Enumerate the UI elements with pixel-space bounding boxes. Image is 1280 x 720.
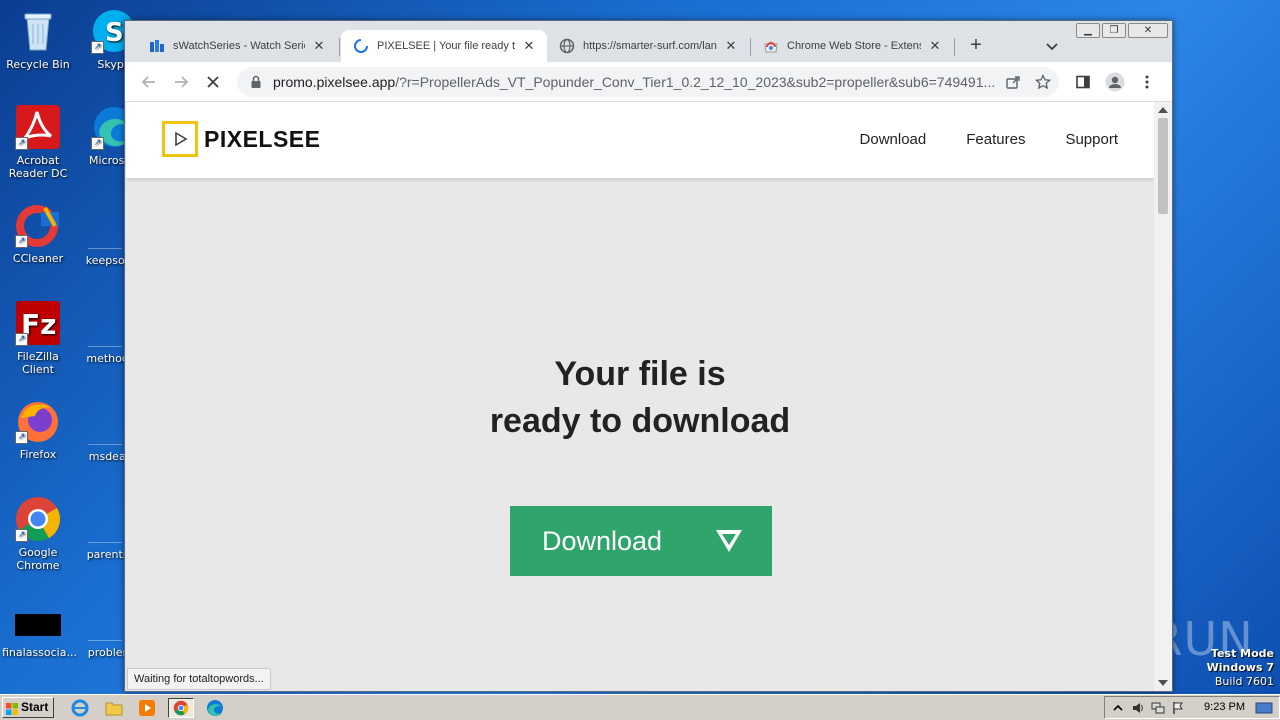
system-tray: 9:23 PM bbox=[1104, 696, 1280, 719]
scrollbar-thumb[interactable] bbox=[1158, 118, 1168, 214]
internet-explorer-icon[interactable] bbox=[70, 698, 90, 718]
scroll-down-arrow-icon[interactable] bbox=[1158, 680, 1168, 686]
close-icon[interactable]: ✕ bbox=[521, 38, 537, 54]
triangle-down-icon bbox=[714, 528, 744, 561]
side-panel-icon[interactable] bbox=[1071, 70, 1095, 94]
profile-avatar-icon[interactable] bbox=[1103, 70, 1127, 94]
desktop-icon-google-chrome[interactable]: ↗ Google Chrome bbox=[0, 496, 76, 572]
chevron-down-icon[interactable] bbox=[1043, 37, 1061, 55]
divider bbox=[88, 542, 122, 543]
desktop-icon-ccleaner[interactable]: ↗ CCleaner bbox=[0, 202, 76, 265]
taskbar: Start 9:23 PM bbox=[0, 694, 1280, 720]
site-nav: Download Features Support bbox=[860, 131, 1118, 148]
chrome-web-store-icon bbox=[763, 38, 779, 54]
globe-icon bbox=[559, 38, 575, 54]
start-button[interactable]: Start bbox=[2, 697, 54, 718]
show-desktop-icon[interactable] bbox=[1255, 701, 1273, 715]
loading-spinner-icon bbox=[353, 38, 369, 54]
tab-smarter-surf[interactable]: https://smarter-surf.com/lan ✕ bbox=[547, 30, 749, 62]
desktop-icon-recycle-bin[interactable]: Recycle Bin bbox=[0, 8, 76, 71]
back-button[interactable] bbox=[137, 70, 161, 94]
forward-button[interactable] bbox=[169, 70, 193, 94]
restore-button[interactable]: ❐ bbox=[1102, 23, 1126, 38]
address-bar[interactable]: promo.pixelsee.app/?r=PropellerAds_VT_Po… bbox=[237, 67, 1059, 97]
close-icon[interactable]: ✕ bbox=[311, 38, 327, 54]
ccleaner-icon: ↗ bbox=[15, 202, 61, 248]
site-header: PIXELSEE Download Features Support bbox=[126, 102, 1154, 178]
chrome-taskbar-icon[interactable] bbox=[168, 698, 194, 718]
tab-strip: sWatchSeries - Watch Series ✕ PIXELSEE |… bbox=[125, 21, 1172, 62]
desktop-icon-finalassocia[interactable]: finalassocia... bbox=[0, 612, 77, 659]
desktop-icon-filezilla[interactable]: Fz ↗ FileZilla Client bbox=[0, 300, 76, 376]
browser-window: sWatchSeries - Watch Series ✕ PIXELSEE |… bbox=[124, 20, 1173, 692]
play-icon bbox=[162, 121, 198, 157]
pixelsee-logo[interactable]: PIXELSEE bbox=[162, 121, 320, 157]
tab-pixelsee[interactable]: PIXELSEE | Your file ready to ✕ bbox=[341, 30, 547, 62]
site-favicon bbox=[149, 38, 165, 54]
file-icon bbox=[15, 612, 61, 640]
arrow-left-icon bbox=[141, 76, 155, 88]
download-button-label: Download bbox=[542, 525, 663, 556]
svg-text:S: S bbox=[105, 18, 124, 48]
download-button[interactable]: Download bbox=[510, 506, 772, 576]
nav-link-support[interactable]: Support bbox=[1065, 131, 1118, 148]
chevron-up-icon[interactable] bbox=[1111, 701, 1125, 715]
divider bbox=[88, 640, 122, 641]
network-icon[interactable] bbox=[1151, 701, 1165, 715]
new-tab-button[interactable]: + bbox=[965, 35, 987, 57]
desktop-icon-firefox[interactable]: ↗ Firefox bbox=[0, 398, 76, 461]
filezilla-icon: Fz ↗ bbox=[15, 300, 61, 346]
minimize-button[interactable]: ▁ bbox=[1076, 23, 1100, 38]
nav-link-features[interactable]: Features bbox=[966, 131, 1025, 148]
headline-line-1: Your file is bbox=[554, 355, 726, 393]
browser-toolbar: promo.pixelsee.app/?r=PropellerAds_VT_Po… bbox=[125, 62, 1172, 102]
edge-taskbar-icon[interactable] bbox=[205, 698, 225, 718]
bookmark-star-icon[interactable] bbox=[1031, 70, 1055, 94]
clock[interactable]: 9:23 PM bbox=[1204, 697, 1245, 718]
lock-icon bbox=[249, 75, 263, 89]
firefox-icon: ↗ bbox=[15, 398, 61, 444]
action-center-flag-icon[interactable] bbox=[1171, 701, 1185, 715]
headline-line-2: ready to download bbox=[489, 402, 791, 440]
acrobat-icon: ↗ bbox=[15, 104, 61, 150]
tab-separator bbox=[339, 38, 340, 56]
tab-separator bbox=[954, 38, 955, 56]
tab-watchseries[interactable]: sWatchSeries - Watch Series ✕ bbox=[137, 30, 337, 62]
page-viewport: PIXELSEE Download Features Support Your … bbox=[126, 102, 1154, 691]
stop-x-icon bbox=[207, 76, 219, 88]
close-icon[interactable]: ✕ bbox=[927, 38, 943, 54]
nav-link-download[interactable]: Download bbox=[860, 131, 927, 148]
window-controls: ▁ ❐ ✕ bbox=[1076, 23, 1168, 39]
windows-flag-icon bbox=[6, 702, 18, 715]
file-explorer-icon[interactable] bbox=[104, 698, 124, 718]
status-bar: Waiting for totaltopwords... bbox=[127, 668, 271, 690]
close-window-button[interactable]: ✕ bbox=[1128, 23, 1168, 38]
vertical-scrollbar[interactable] bbox=[1154, 102, 1172, 691]
media-player-icon[interactable] bbox=[137, 698, 157, 718]
stop-button[interactable] bbox=[201, 70, 225, 94]
menu-kebab-icon[interactable] bbox=[1135, 70, 1159, 94]
volume-icon[interactable] bbox=[1131, 701, 1145, 715]
scroll-up-arrow-icon[interactable] bbox=[1158, 107, 1168, 113]
close-icon[interactable]: ✕ bbox=[723, 38, 739, 54]
arrow-right-icon bbox=[175, 76, 189, 88]
desktop-icon-acrobat[interactable]: ↗ Acrobat Reader DC bbox=[0, 104, 76, 180]
url-text: promo.pixelsee.app/?r=PropellerAds_VT_Po… bbox=[273, 74, 996, 90]
share-icon[interactable] bbox=[1001, 70, 1025, 94]
tab-chrome-web-store[interactable]: Chrome Web Store - Extensio ✕ bbox=[751, 30, 953, 62]
recycle-bin-icon bbox=[15, 8, 61, 54]
divider bbox=[88, 248, 122, 249]
divider bbox=[88, 444, 122, 445]
divider bbox=[88, 346, 122, 347]
chrome-icon: ↗ bbox=[15, 496, 61, 542]
test-mode-watermark: Test Mode Windows 7 Build 7601 bbox=[1206, 647, 1274, 688]
